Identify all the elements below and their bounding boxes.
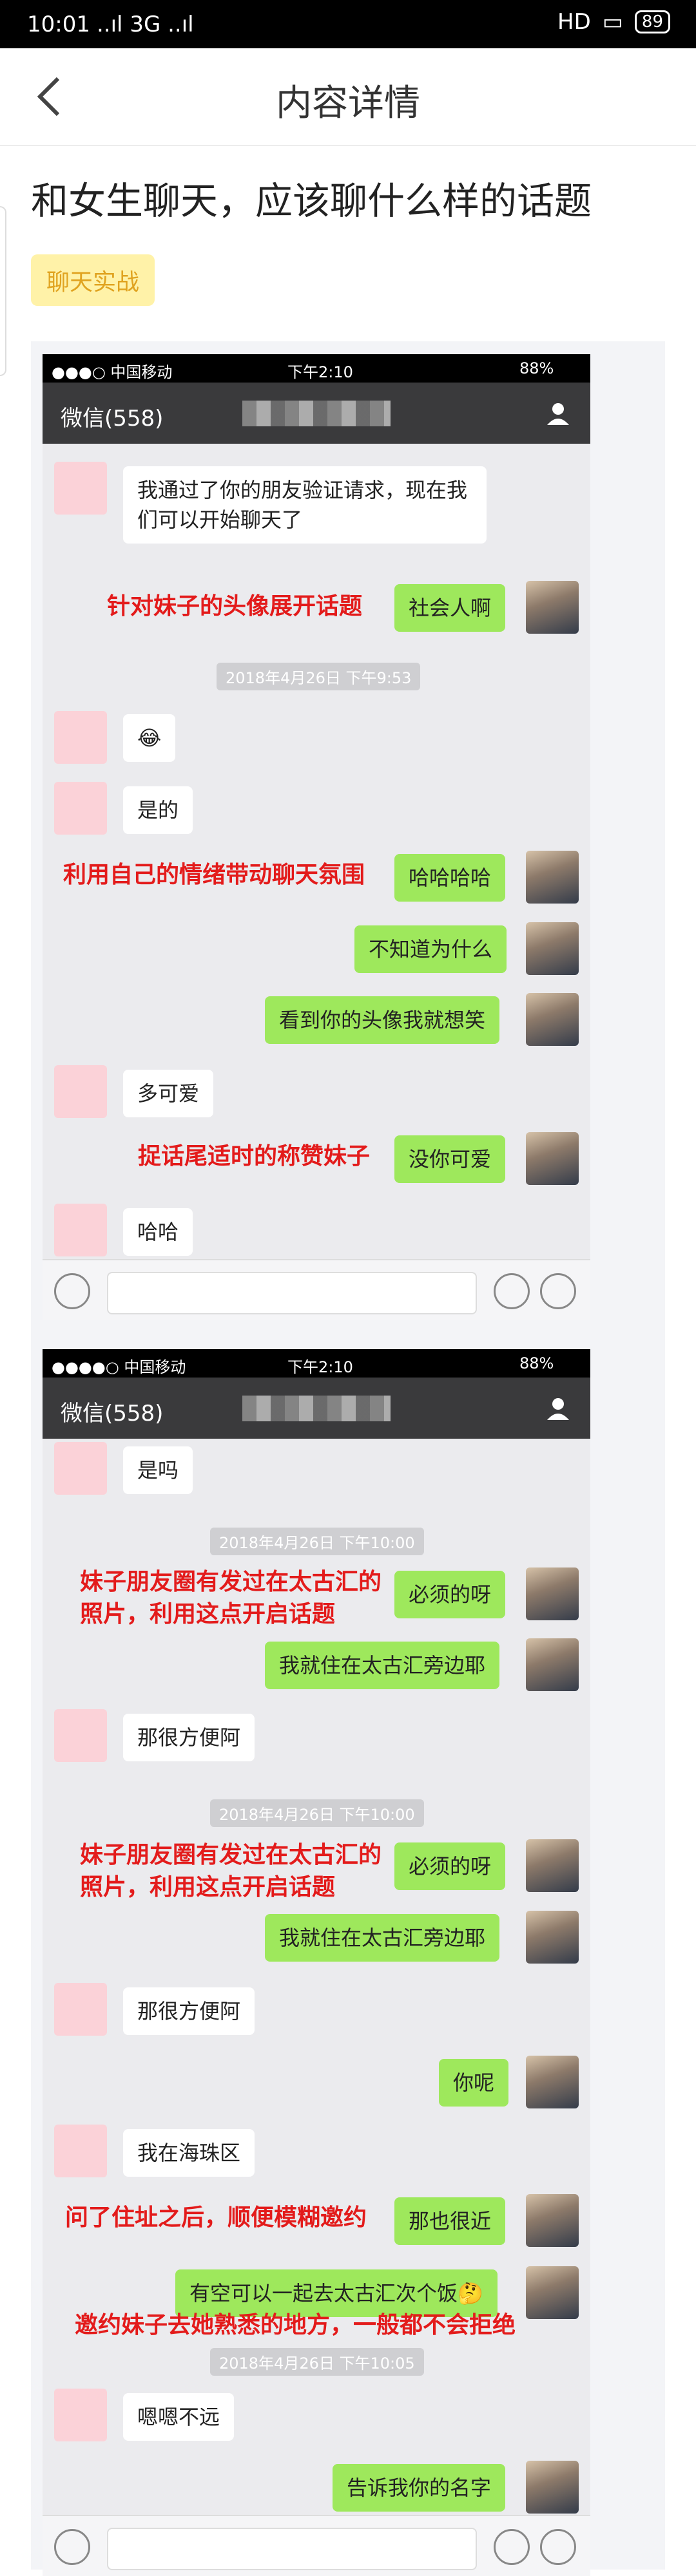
avatar xyxy=(54,1442,107,1495)
plus-icon[interactable] xyxy=(540,2529,576,2565)
phone-time: 下午2:10 xyxy=(287,1358,353,1376)
message-bubble: 哈哈哈哈 xyxy=(394,854,506,902)
blurred-contact-name xyxy=(242,401,391,426)
signal-icon: ..ıl 3G ..ıl xyxy=(97,12,194,37)
phone-battery: 88% xyxy=(519,359,554,377)
message-bubble: 😂 xyxy=(123,714,176,762)
annotation: 利用自己的情绪带动聊天氛围 xyxy=(63,862,365,888)
message-bubble: 哈哈 xyxy=(123,1208,193,1256)
timestamp: 2018年4月26日 下午10:00 xyxy=(210,1799,424,1827)
message-bubble: 看到你的头像我就想笑 xyxy=(265,996,500,1044)
annotation: 针对妹子的头像展开话题 xyxy=(107,593,363,620)
phone-time: 下午2:10 xyxy=(287,363,353,381)
avatar xyxy=(54,2389,107,2441)
status-time: 10:01 xyxy=(27,12,90,37)
message-bubble: 是的 xyxy=(123,786,193,834)
article-title: 和女生聊天，应该聊什么样的话题 xyxy=(31,179,592,223)
message-bubble: 多可爱 xyxy=(123,1070,214,1117)
avatar xyxy=(526,1911,579,1964)
chat-input-bar xyxy=(43,1259,590,1320)
phone-status-bar: ●●●●○ 中国移动 下午2:10 88% xyxy=(43,1349,590,1378)
chat-header: 微信(558) xyxy=(43,1378,590,1439)
annotation: 妹子朋友圈有发过在太古汇的照片，利用这点开启话题 xyxy=(80,1569,382,1627)
carrier-label: ●●●●○ 中国移动 xyxy=(52,1358,186,1376)
chat-back-button[interactable]: 微信(558) xyxy=(61,401,163,432)
avatar xyxy=(526,581,579,634)
person-icon[interactable] xyxy=(545,1396,571,1421)
message-bubble: 我通过了你的朋友验证请求，现在我们可以开始聊天了 xyxy=(123,466,487,544)
message-bubble: 是吗 xyxy=(123,1446,193,1494)
message-bubble: 没你可爱 xyxy=(394,1135,506,1183)
avatar xyxy=(526,2461,579,2514)
blurred-contact-name xyxy=(242,1396,391,1421)
voice-icon[interactable] xyxy=(54,1273,90,1309)
edge-handle[interactable] xyxy=(0,206,6,376)
annotation: 邀约妹子去她熟悉的地方，一般都不会拒绝 xyxy=(75,2312,516,2338)
plus-icon[interactable] xyxy=(540,1273,576,1309)
battery-icon: 89 xyxy=(634,10,670,33)
avatar xyxy=(54,1983,107,2036)
annotation: 问了住址之后，顺便模糊邀约 xyxy=(65,2204,367,2231)
avatar xyxy=(526,1132,579,1185)
nav-bar: 内容详情 xyxy=(0,48,696,146)
message-bubble: 你呢 xyxy=(439,2059,509,2107)
message-bubble: 我在海珠区 xyxy=(123,2129,255,2177)
chat-input-bar xyxy=(43,2515,590,2576)
message-bubble: 那很方便阿 xyxy=(123,1714,255,1761)
voice-icon[interactable] xyxy=(54,2529,90,2565)
message-bubble: 社会人啊 xyxy=(394,584,506,632)
chat-screenshot-1: ●●●○ 中国移动 下午2:10 88% 微信(558) 我通过了你的朋友验证请… xyxy=(43,354,590,1320)
avatar xyxy=(526,1839,579,1892)
chat-back-button[interactable]: 微信(558) xyxy=(61,1396,163,1427)
emoji-icon[interactable] xyxy=(494,1273,530,1309)
chat-screenshot-2: ●●●●○ 中国移动 下午2:10 88% 微信(558) 是吗 2018年4月… xyxy=(43,1349,590,2576)
person-icon[interactable] xyxy=(545,401,571,426)
avatar xyxy=(526,2194,579,2247)
message-bubble: 我就住在太古汇旁边耶 xyxy=(265,1914,500,1962)
message-bubble: 那也很近 xyxy=(394,2197,506,2245)
avatar xyxy=(54,1065,107,1118)
message-bubble: 告诉我你的名字 xyxy=(333,2464,506,2512)
avatar xyxy=(54,462,107,515)
message-bubble: 必须的呀 xyxy=(394,1842,506,1890)
carrier-label: ●●●○ 中国移动 xyxy=(52,363,173,381)
phone-battery: 88% xyxy=(519,1354,554,1372)
message-bubble: 嗯嗯不远 xyxy=(123,2393,235,2441)
message-input[interactable] xyxy=(107,1272,477,1314)
avatar xyxy=(526,2056,579,2108)
avatar xyxy=(526,2266,579,2319)
network-label: HD xyxy=(557,9,591,35)
timestamp: 2018年4月26日 下午10:05 xyxy=(210,2348,424,2376)
avatar xyxy=(526,1567,579,1620)
chat-header: 微信(558) xyxy=(43,383,590,444)
message-input[interactable] xyxy=(107,2528,477,2570)
page-title: 内容详情 xyxy=(276,82,420,124)
timestamp: 2018年4月26日 下午9:53 xyxy=(217,663,421,690)
avatar xyxy=(54,2125,107,2177)
avatar xyxy=(54,782,107,835)
timestamp: 2018年4月26日 下午10:00 xyxy=(210,1528,424,1555)
status-bar: 10:01 ..ıl 3G ..ıl HD ▭ 89 xyxy=(0,0,696,48)
avatar xyxy=(54,1204,107,1256)
emoji-icon[interactable] xyxy=(494,2529,530,2565)
category-tag[interactable]: 聊天实战 xyxy=(31,254,155,306)
annotation: 捉话尾适时的称赞妹子 xyxy=(138,1143,371,1170)
phone-status-bar: ●●●○ 中国移动 下午2:10 88% xyxy=(43,354,590,383)
avatar xyxy=(526,993,579,1046)
message-bubble: 不知道为什么 xyxy=(354,925,507,973)
avatar xyxy=(526,922,579,975)
message-bubble: 那很方便阿 xyxy=(123,1987,255,2035)
message-bubble: 必须的呀 xyxy=(394,1571,506,1618)
message-bubble: 我就住在太古汇旁边耶 xyxy=(265,1642,500,1689)
avatar xyxy=(54,711,107,764)
avatar xyxy=(526,1638,579,1691)
annotation: 妹子朋友圈有发过在太古汇的照片，利用这点开启话题 xyxy=(80,1842,382,1900)
cast-icon: ▭ xyxy=(602,9,623,35)
avatar xyxy=(526,851,579,904)
avatar xyxy=(54,1709,107,1762)
